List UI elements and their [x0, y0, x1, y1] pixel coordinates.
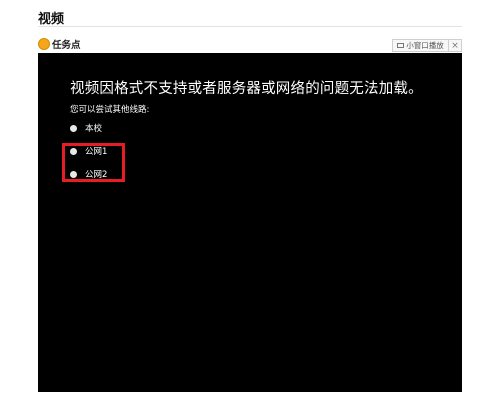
task-point-icon: [38, 38, 50, 50]
error-message: 视频因格式不支持或者服务器或网络的问题无法加载。: [70, 81, 423, 97]
route-option-local[interactable]: 本校: [70, 122, 107, 134]
mini-window-play-button[interactable]: 小窗口播放: [392, 39, 449, 52]
task-point-label: 任务点: [52, 40, 81, 51]
section-title: 视频: [38, 12, 65, 27]
mini-player-controls: 小窗口播放 ×: [392, 39, 462, 52]
mini-window-play-label: 小窗口播放: [406, 41, 444, 50]
close-icon[interactable]: ×: [449, 39, 462, 52]
radio-button[interactable]: [70, 124, 77, 132]
tv-icon: [397, 43, 405, 48]
route-label: 本校: [85, 124, 103, 134]
highlight-box: [62, 143, 125, 182]
route-hint: 您可以尝试其他线路:: [70, 105, 150, 115]
title-divider: [38, 26, 462, 27]
task-point-row: 任务点: [38, 37, 81, 51]
video-player[interactable]: 视频因格式不支持或者服务器或网络的问题无法加载。 您可以尝试其他线路: 本校 公…: [38, 53, 462, 392]
